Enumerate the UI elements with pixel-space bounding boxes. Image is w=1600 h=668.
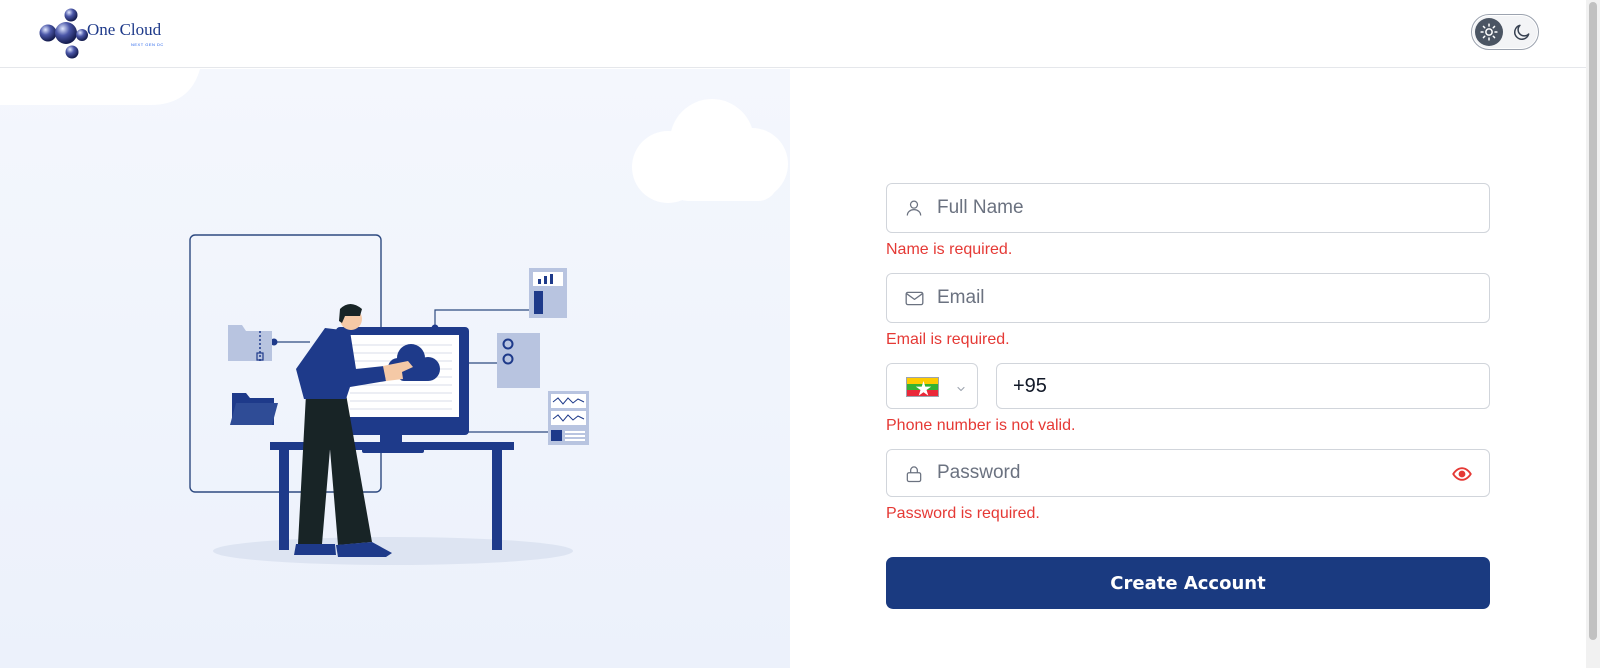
full-name-error: Name is required. bbox=[886, 241, 1013, 258]
one-cloud-logo[interactable]: One Cloud NEXT GEN DC bbox=[38, 6, 178, 60]
theme-toggle[interactable] bbox=[1471, 14, 1539, 50]
phone-input[interactable] bbox=[1013, 364, 1473, 408]
password-error: Password is required. bbox=[886, 505, 1040, 522]
logo-text: One Cloud bbox=[87, 20, 162, 39]
phone-field[interactable] bbox=[996, 363, 1490, 409]
lock-icon bbox=[903, 463, 925, 485]
create-account-button[interactable]: Create Account bbox=[886, 557, 1490, 609]
page-scrollbar[interactable] bbox=[1586, 0, 1600, 668]
full-name-field[interactable] bbox=[886, 183, 1490, 233]
sun-icon[interactable] bbox=[1475, 18, 1503, 46]
password-field[interactable] bbox=[886, 449, 1490, 497]
chevron-down-icon bbox=[955, 380, 967, 399]
top-header: One Cloud NEXT GEN DC bbox=[0, 0, 1586, 68]
myanmar-flag-icon bbox=[906, 377, 939, 397]
email-error: Email is required. bbox=[886, 331, 1010, 348]
moon-icon[interactable] bbox=[1509, 19, 1535, 45]
illustration-panel bbox=[0, 69, 790, 668]
email-input[interactable] bbox=[937, 274, 1457, 322]
country-code-select[interactable] bbox=[886, 363, 978, 409]
mail-icon bbox=[903, 287, 925, 309]
user-icon bbox=[903, 197, 925, 219]
cloud-computing-illustration bbox=[0, 69, 788, 565]
password-input[interactable] bbox=[937, 450, 1417, 496]
email-field[interactable] bbox=[886, 273, 1490, 323]
scrollbar-thumb[interactable] bbox=[1589, 2, 1597, 640]
signup-form: Name is required. Email is required. bbox=[886, 183, 1490, 609]
logo-tagline: NEXT GEN DC bbox=[131, 42, 164, 47]
full-name-input[interactable] bbox=[937, 184, 1457, 232]
phone-error: Phone number is not valid. bbox=[886, 417, 1076, 434]
eye-icon[interactable] bbox=[1451, 464, 1473, 484]
phone-row bbox=[886, 363, 1490, 409]
